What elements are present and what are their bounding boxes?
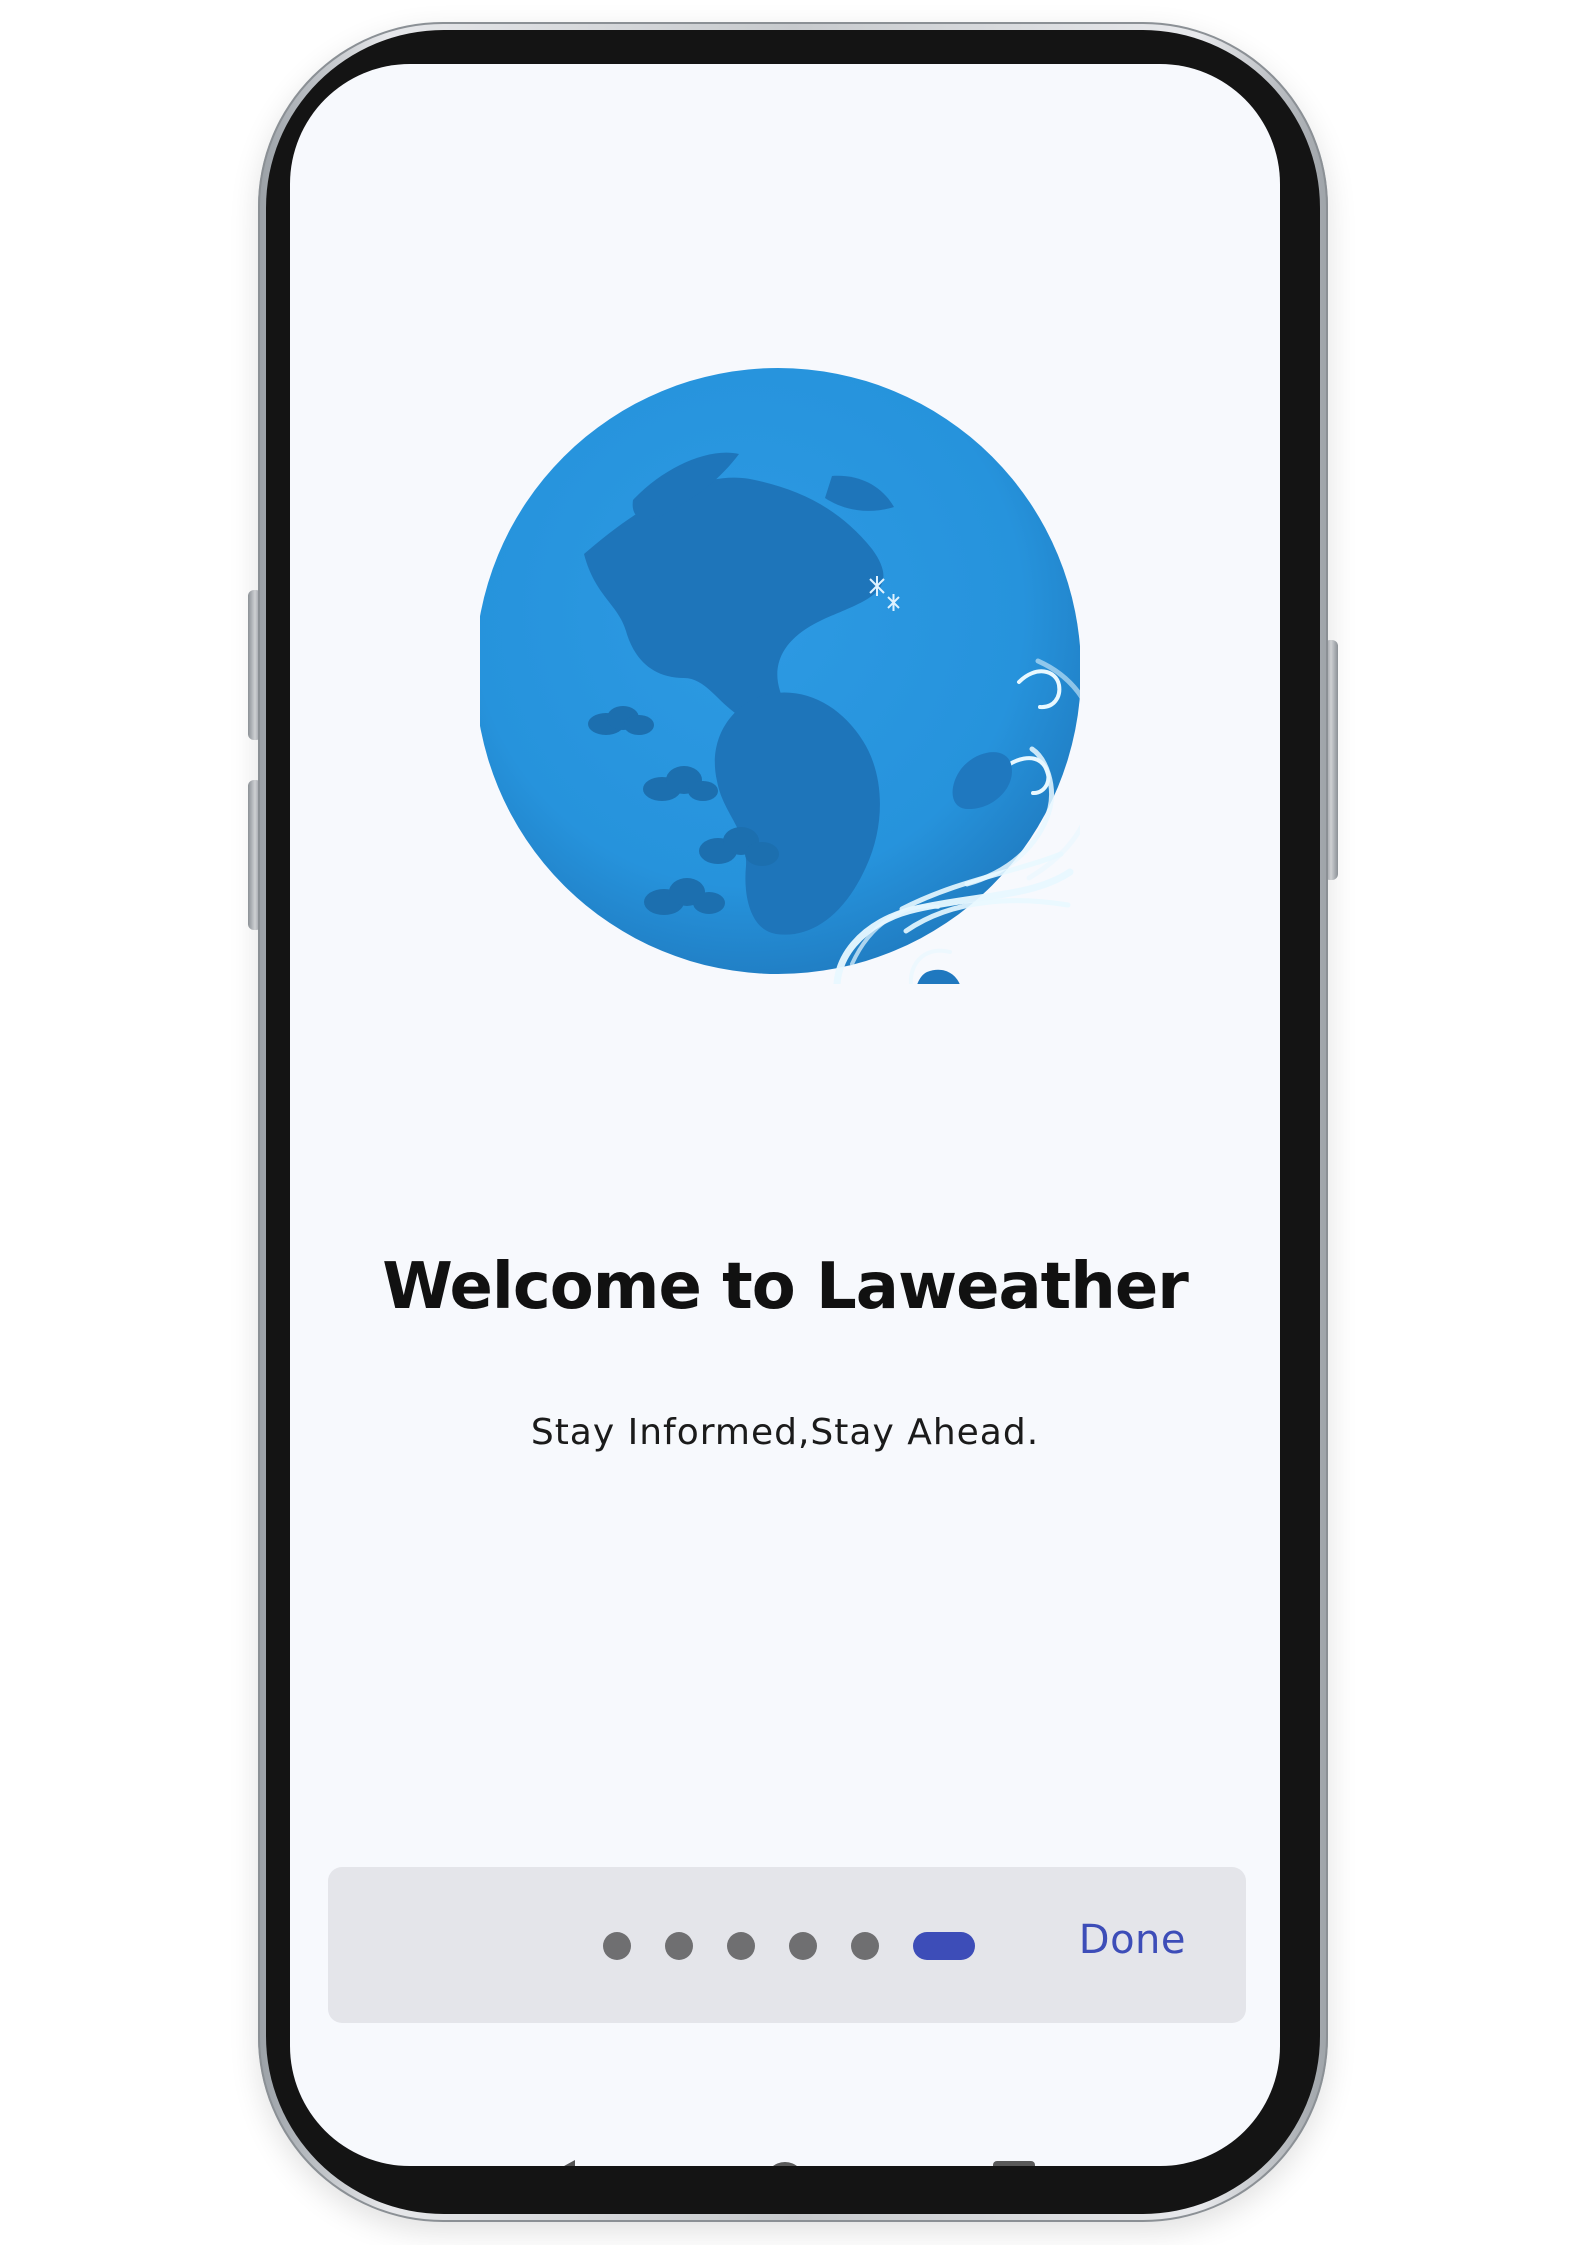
phone-scene: Welcome to Laweather Stay Informed,Stay … [0, 0, 1587, 2245]
page-dot[interactable] [851, 1932, 879, 1960]
page-title: Welcome to Laweather [382, 1250, 1189, 1324]
page-dot[interactable] [665, 1932, 693, 1960]
page-dot[interactable] [789, 1932, 817, 1960]
app-screen: Welcome to Laweather Stay Informed,Stay … [290, 64, 1280, 2166]
done-button[interactable]: Done [1079, 1917, 1186, 1963]
back-button[interactable] [525, 2152, 585, 2166]
page-dot[interactable] [727, 1932, 755, 1960]
android-navigation-bar [290, 2128, 1280, 2166]
globe-icon [480, 368, 1080, 984]
back-icon [535, 2160, 575, 2166]
page-indicator [603, 1931, 975, 1961]
recent-apps-button[interactable] [984, 2152, 1044, 2166]
home-icon [765, 2162, 805, 2166]
phone-frame: Welcome to Laweather Stay Informed,Stay … [258, 22, 1328, 2222]
onboarding-pager: Done [328, 1867, 1246, 2023]
recent-apps-icon [993, 2161, 1035, 2166]
page-dot[interactable] [603, 1932, 631, 1960]
active-page-dot[interactable] [913, 1932, 975, 1960]
home-button[interactable] [755, 2152, 815, 2166]
page-subtitle: Stay Informed,Stay Ahead. [530, 1412, 1040, 1453]
